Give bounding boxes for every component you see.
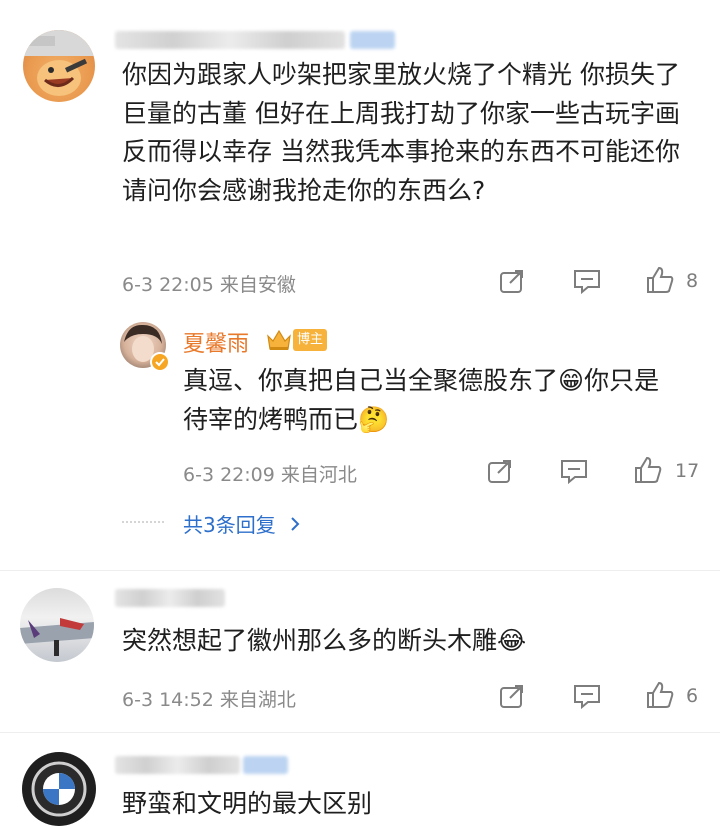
reply-username[interactable]: 夏馨雨 bbox=[183, 326, 249, 358]
comment-timestamp: 6-3 22:05 来自安徽 bbox=[122, 274, 296, 296]
blurred-username bbox=[115, 31, 345, 49]
crown-icon bbox=[266, 328, 292, 356]
laughing-emoji: 😂 bbox=[497, 626, 527, 655]
blurred-user-tag bbox=[243, 756, 288, 774]
grin-emoji: 😁 bbox=[558, 366, 585, 395]
like-count: 8 bbox=[686, 270, 699, 292]
comment-text: 突然想起了徽州那么多的断头木雕😂 bbox=[122, 622, 692, 661]
photo-thumbnail-icon bbox=[20, 618, 94, 656]
blogger-badge: 博主 bbox=[293, 329, 328, 351]
reply-timestamp: 6-3 22:09 来自河北 bbox=[183, 464, 357, 486]
like-count: 17 bbox=[675, 460, 700, 482]
share-icon[interactable] bbox=[486, 457, 514, 489]
verified-icon bbox=[150, 352, 170, 372]
comment-avatar[interactable] bbox=[20, 588, 94, 662]
thinking-emoji: 🤔 bbox=[358, 404, 390, 434]
comment-icon[interactable] bbox=[572, 683, 602, 713]
like-count: 6 bbox=[686, 685, 699, 707]
blurred-username bbox=[115, 756, 240, 774]
comment-icon[interactable] bbox=[559, 458, 589, 488]
comment-avatar[interactable] bbox=[23, 30, 95, 102]
like-icon[interactable] bbox=[633, 455, 663, 489]
blurred-user-tag bbox=[350, 31, 395, 49]
reply-text: 真逗、你真把自己当全聚德股东了😁你只是待宰的烤鸭而已🤔 bbox=[183, 362, 683, 439]
comment-timestamp: 6-3 14:52 来自湖北 bbox=[122, 689, 296, 711]
reply-text-part1: 真逗、你真把自己当全聚德股东了 bbox=[183, 366, 559, 395]
comment-text-content: 突然想起了徽州那么多的断头木雕 bbox=[122, 626, 498, 655]
like-icon[interactable] bbox=[645, 265, 675, 299]
share-icon[interactable] bbox=[498, 682, 526, 714]
dotted-connector bbox=[122, 521, 164, 523]
share-icon[interactable] bbox=[498, 267, 526, 299]
comment-text: 你因为跟家人吵架把家里放火烧了个精光 你损失了巨量的古董 但好在上周我打劫了你家… bbox=[122, 60, 680, 205]
cartoon-face-icon bbox=[23, 30, 95, 96]
comment-icon[interactable] bbox=[572, 268, 602, 298]
chevron-right-icon bbox=[290, 513, 300, 537]
comment-avatar[interactable] bbox=[22, 752, 96, 826]
like-icon[interactable] bbox=[645, 680, 675, 714]
divider bbox=[0, 570, 720, 571]
divider bbox=[0, 732, 720, 733]
more-replies-link[interactable]: 共3条回复 bbox=[183, 509, 300, 538]
car-logo-icon bbox=[31, 761, 87, 817]
blurred-username bbox=[115, 589, 225, 607]
